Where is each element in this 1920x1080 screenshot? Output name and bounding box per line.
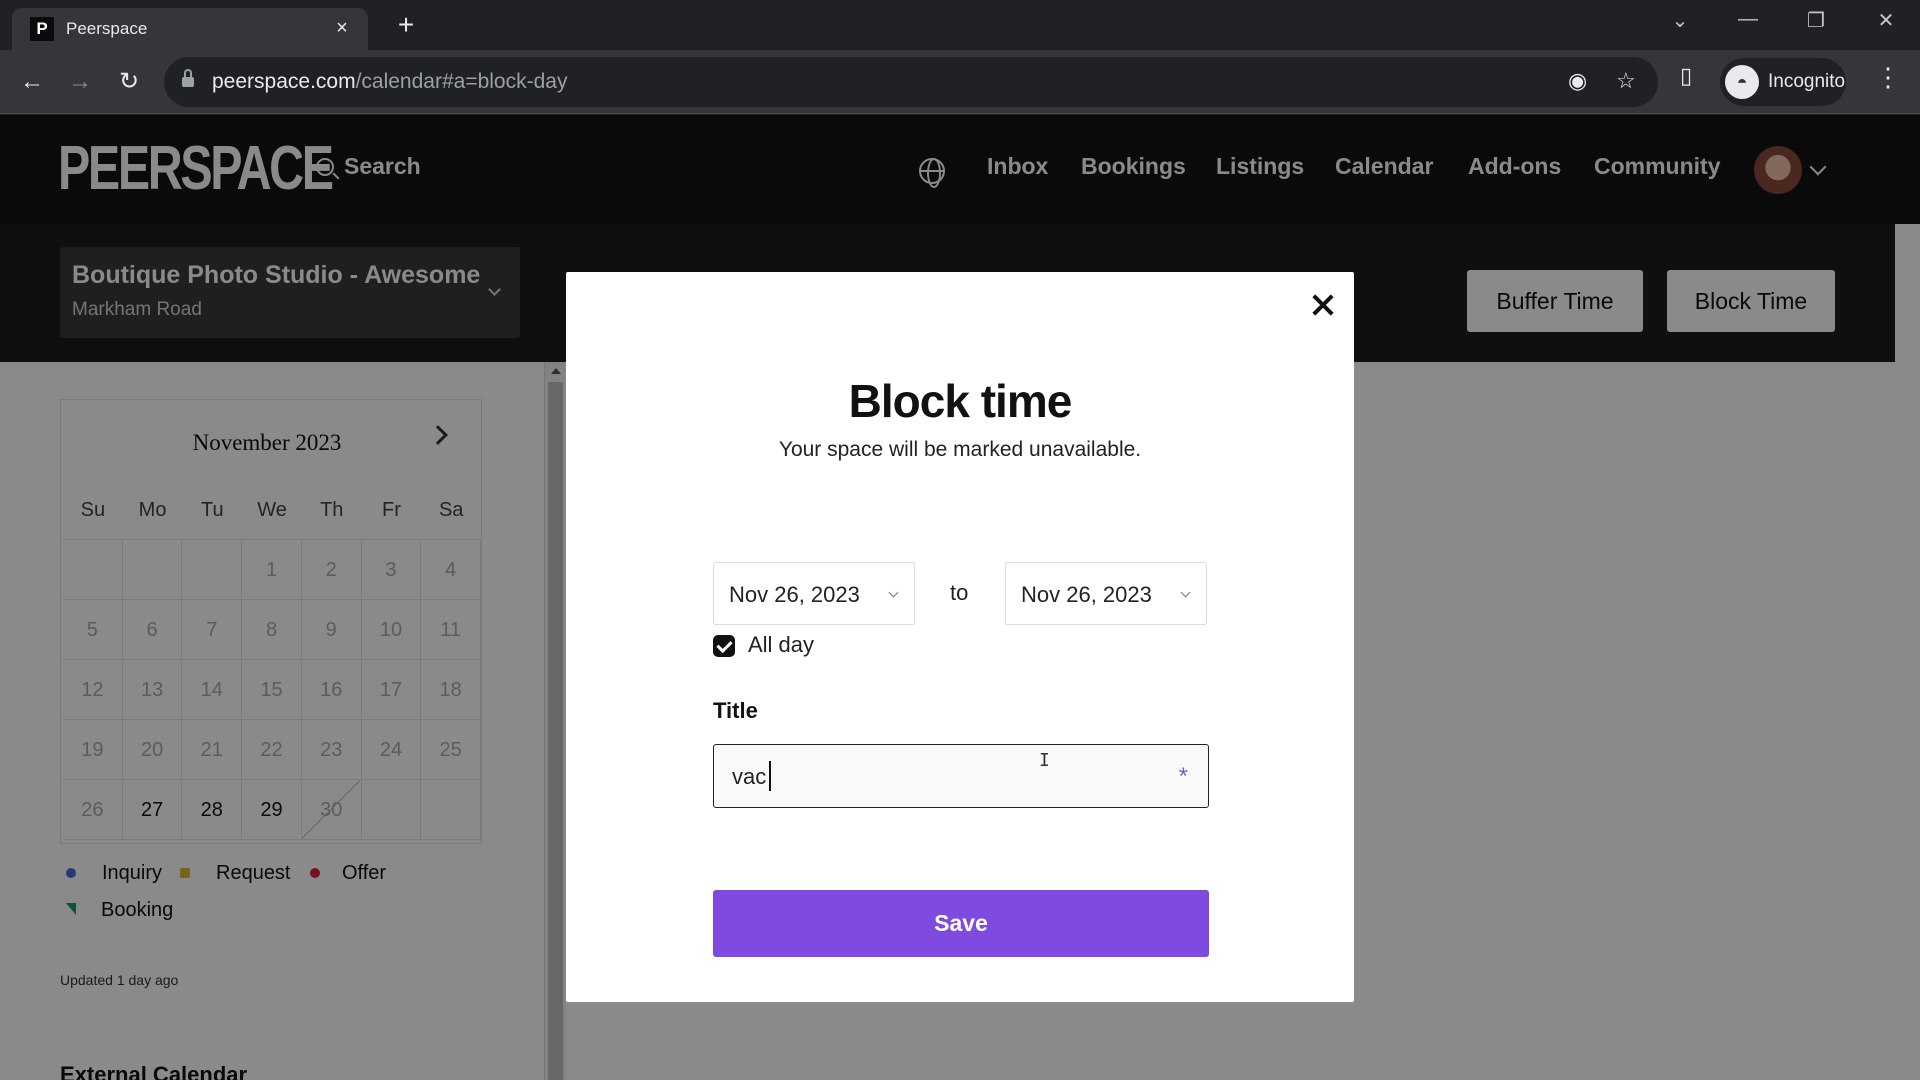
eye-off-icon[interactable]: ◉: [1568, 68, 1587, 94]
forward-button[interactable]: →: [62, 64, 98, 100]
title-input-value: vac: [732, 764, 767, 789]
bookmark-star-icon[interactable]: ☆: [1616, 68, 1636, 94]
tab-close-icon[interactable]: ×: [330, 16, 354, 40]
browser-menu-icon[interactable]: ⋮: [1874, 62, 1902, 93]
modal-subtitle: Your space will be marked unavailable.: [778, 438, 1142, 461]
page: PEERSPACE Search Inbox Bookings Listings…: [0, 115, 1920, 1080]
browser-toolbar: ← → ↻ peerspace.com/calendar#a=block-day…: [0, 50, 1920, 114]
start-date-select[interactable]: Nov 26, 2023: [713, 562, 915, 625]
restore-icon[interactable]: ❐: [1798, 8, 1834, 33]
end-date-select[interactable]: Nov 26, 2023: [1005, 562, 1207, 625]
url-path: /calendar#a=block-day: [355, 70, 568, 93]
close-icon[interactable]: [1308, 290, 1338, 320]
side-panel-icon[interactable]: ▯: [1680, 63, 1692, 89]
all-day-label[interactable]: All day: [748, 632, 814, 658]
browser-tabstrip: P Peerspace × + ⌄ — ❐ ✕: [0, 0, 1920, 50]
to-label: to: [950, 580, 969, 605]
back-button[interactable]: ←: [14, 64, 50, 100]
address-bar[interactable]: peerspace.com/calendar#a=block-day ◉ ☆: [164, 57, 1658, 107]
lock-icon[interactable]: [182, 69, 194, 88]
mouse-ibeam-cursor-icon: I: [1039, 750, 1050, 771]
save-button[interactable]: Save: [713, 890, 1209, 957]
required-asterisk-icon: *: [1178, 763, 1188, 790]
title-input[interactable]: vac *: [713, 744, 1209, 808]
new-tab-button[interactable]: +: [390, 11, 422, 39]
tab-search-icon[interactable]: ⌄: [1662, 8, 1698, 33]
end-date-value: Nov 26, 2023: [1021, 582, 1152, 607]
url-text[interactable]: peerspace.com/calendar#a=block-day: [212, 70, 567, 94]
reload-button[interactable]: ↻: [111, 64, 147, 100]
chevron-down-icon: [888, 587, 899, 598]
window-close-icon[interactable]: ✕: [1868, 8, 1904, 33]
title-label: Title: [713, 698, 758, 723]
start-date-value: Nov 26, 2023: [729, 582, 860, 607]
browser-tab[interactable]: P Peerspace ×: [12, 8, 368, 50]
incognito-icon: ◓: [1725, 65, 1759, 99]
all-day-checkbox[interactable]: [713, 635, 735, 657]
modal-title: Block time: [848, 375, 1073, 427]
incognito-label: Incognito: [1768, 71, 1846, 92]
incognito-profile-button[interactable]: ◓ Incognito: [1720, 58, 1846, 106]
text-cursor: [769, 761, 771, 791]
block-time-modal: Block time Your space will be marked una…: [566, 272, 1354, 1002]
chevron-down-icon: [1180, 587, 1191, 598]
tab-title: Peerspace: [66, 19, 148, 38]
minimize-icon[interactable]: —: [1730, 8, 1766, 31]
peerspace-favicon-icon: P: [30, 17, 54, 41]
url-host: peerspace.com: [212, 70, 356, 93]
